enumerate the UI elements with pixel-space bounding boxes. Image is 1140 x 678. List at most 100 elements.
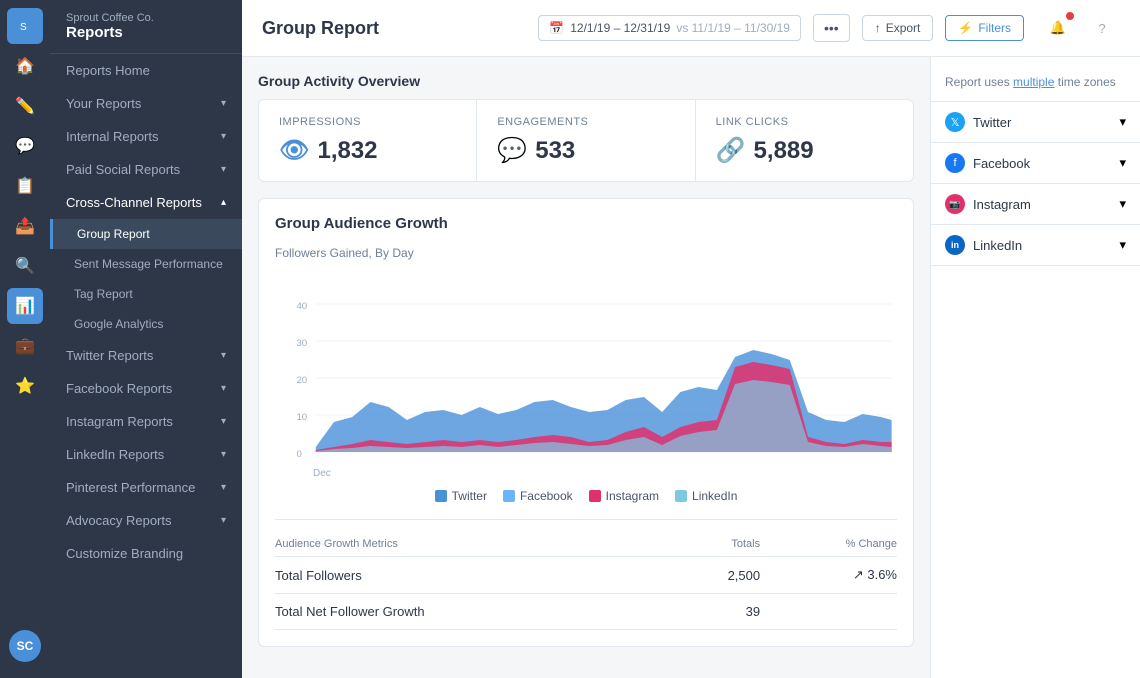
legend-facebook: Facebook — [503, 489, 573, 503]
network-row-linkedin[interactable]: in LinkedIn ▾ — [931, 225, 1140, 266]
rail-apps-icon[interactable]: ⭐ — [7, 368, 43, 404]
svg-text:27: 27 — [785, 461, 795, 462]
row-net-growth-change — [760, 594, 897, 630]
audience-growth-card: Group Audience Growth Followers Gained, … — [258, 198, 914, 647]
vs-date-range-text: vs 11/1/19 – 11/30/19 — [676, 21, 790, 35]
calendar-icon: 📅 — [549, 21, 564, 35]
more-options-button[interactable]: ••• — [813, 14, 850, 42]
chevron-icon: ▾ — [221, 515, 226, 526]
svg-text:26: 26 — [767, 461, 777, 462]
multiple-timezones-link[interactable]: multiple — [1013, 75, 1054, 89]
svg-text:30: 30 — [296, 338, 307, 348]
filters-icon: ⚡ — [958, 21, 973, 35]
sidebar-sub-item-group-report[interactable]: Group Report — [50, 219, 242, 249]
facebook-network-info: f Facebook — [945, 153, 1030, 173]
sidebar-item-pinterest-performance[interactable]: Pinterest Performance ▾ — [50, 471, 242, 504]
sidebar-item-reports-home[interactable]: Reports Home — [50, 54, 242, 87]
link-clicks-metric: Link Clicks 🔗 5,889 — [696, 100, 913, 181]
top-bar: Group Report 📅 12/1/19 – 12/31/19 vs 11/… — [242, 0, 1140, 57]
svg-text:9: 9 — [459, 461, 464, 462]
sidebar-sub-item-sent-message[interactable]: Sent Message Performance — [50, 249, 242, 279]
instagram-icon: 📷 — [945, 194, 965, 214]
table-row: Total Net Follower Growth 39 — [275, 594, 897, 630]
svg-text:28: 28 — [803, 461, 813, 462]
legend-dot-instagram — [589, 490, 601, 502]
date-range-button[interactable]: 📅 12/1/19 – 12/31/19 vs 11/1/19 – 11/30/… — [538, 15, 801, 41]
legend-instagram: Instagram — [589, 489, 659, 503]
svg-text:24: 24 — [730, 461, 740, 462]
rail-reports-icon[interactable]: 📊 — [7, 288, 43, 324]
user-avatar[interactable]: SC — [9, 630, 41, 662]
svg-text:40: 40 — [296, 301, 307, 311]
chart-legend: Twitter Facebook Instagram LinkedIn — [275, 489, 897, 503]
sidebar-item-advocacy-reports[interactable]: Advocacy Reports ▾ — [50, 504, 242, 537]
chevron-icon: ▴ — [221, 197, 226, 208]
link-clicks-icon: 🔗 — [716, 136, 746, 165]
sidebar-item-linkedin-reports[interactable]: LinkedIn Reports ▾ — [50, 438, 242, 471]
sidebar-item-cross-channel-reports[interactable]: Cross-Channel Reports ▴ — [50, 186, 242, 219]
rail-inbox-icon[interactable]: 💬 — [7, 128, 43, 164]
legend-twitter: Twitter — [435, 489, 487, 503]
filters-button[interactable]: ⚡ Filters — [945, 15, 1024, 41]
rail-listen-icon[interactable]: 🔍 — [7, 248, 43, 284]
notification-bell[interactable]: 🔔 — [1040, 10, 1076, 46]
audience-growth-title: Group Audience Growth — [275, 215, 897, 232]
facebook-icon: f — [945, 153, 965, 173]
instagram-network-info: 📷 Instagram — [945, 194, 1031, 214]
svg-text:23: 23 — [712, 461, 722, 462]
svg-text:30: 30 — [840, 461, 850, 462]
svg-text:4: 4 — [368, 461, 373, 462]
chevron-icon: ▾ — [221, 449, 226, 460]
svg-text:20: 20 — [657, 461, 667, 462]
svg-text:20: 20 — [296, 375, 307, 385]
sidebar-item-facebook-reports[interactable]: Facebook Reports ▾ — [50, 372, 242, 405]
rail-tasks-icon[interactable]: 📋 — [7, 168, 43, 204]
sidebar-sub-item-google-analytics[interactable]: Google Analytics — [50, 309, 242, 339]
link-clicks-label: Link Clicks — [716, 116, 893, 128]
rail-home-icon[interactable]: 🏠 — [7, 48, 43, 84]
overview-section: Group Activity Overview Impressions 👁 1,… — [258, 73, 914, 182]
twitter-icon: 𝕏 — [945, 112, 965, 132]
table-header-row: Audience Growth Metrics Totals % Change — [275, 532, 897, 557]
svg-text:18: 18 — [621, 461, 631, 462]
rail-publish-icon[interactable]: 📤 — [7, 208, 43, 244]
row-net-growth-label: Total Net Follower Growth — [275, 594, 673, 630]
rail-compose-icon[interactable]: ✏️ — [7, 88, 43, 124]
right-panel: Report uses multiple time zones 𝕏 Twitte… — [930, 57, 1140, 678]
rail-logo-icon[interactable]: S — [7, 8, 43, 44]
chart-subtitle: Followers Gained, By Day — [275, 246, 897, 260]
rail-business-icon[interactable]: 💼 — [7, 328, 43, 364]
export-button[interactable]: ↑ Export — [862, 15, 934, 41]
sidebar-item-customize-branding[interactable]: Customize Branding — [50, 537, 242, 570]
svg-text:8: 8 — [441, 461, 446, 462]
svg-text:31: 31 — [858, 461, 868, 462]
link-clicks-value: 🔗 5,889 — [716, 136, 893, 165]
sidebar-item-twitter-reports[interactable]: Twitter Reports ▾ — [50, 339, 242, 372]
engagements-label: Engagements — [497, 116, 674, 128]
svg-text:2: 2 — [332, 461, 337, 462]
svg-text:6: 6 — [405, 461, 410, 462]
sidebar-sub-item-tag-report[interactable]: Tag Report — [50, 279, 242, 309]
impressions-label: Impressions — [279, 116, 456, 128]
sidebar-item-internal-reports[interactable]: Internal Reports ▾ — [50, 120, 242, 153]
page-title: Group Report — [262, 18, 526, 39]
network-row-facebook[interactable]: f Facebook ▾ — [931, 143, 1140, 184]
svg-text:13: 13 — [530, 461, 540, 462]
sidebar-item-your-reports[interactable]: Your Reports ▾ — [50, 87, 242, 120]
network-row-instagram[interactable]: 📷 Instagram ▾ — [931, 184, 1140, 225]
impressions-icon: 👁 — [279, 136, 309, 165]
sidebar-item-instagram-reports[interactable]: Instagram Reports ▾ — [50, 405, 242, 438]
svg-text:3: 3 — [350, 461, 355, 462]
legend-dot-linkedin — [675, 490, 687, 502]
main-area: Group Report 📅 12/1/19 – 12/31/19 vs 11/… — [242, 0, 1140, 678]
sidebar: Sprout Coffee Co. Reports Reports Home Y… — [50, 0, 242, 678]
chevron-icon: ▾ — [1119, 237, 1126, 253]
chevron-icon: ▾ — [221, 98, 226, 109]
sidebar-item-paid-social-reports[interactable]: Paid Social Reports ▾ — [50, 153, 242, 186]
sidebar-title: Reports — [66, 24, 226, 41]
chevron-icon: ▾ — [221, 131, 226, 142]
svg-text:15: 15 — [566, 461, 576, 462]
help-button[interactable]: ? — [1084, 10, 1120, 46]
row-net-growth-value: 39 — [673, 594, 760, 630]
network-row-twitter[interactable]: 𝕏 Twitter ▾ — [931, 102, 1140, 143]
